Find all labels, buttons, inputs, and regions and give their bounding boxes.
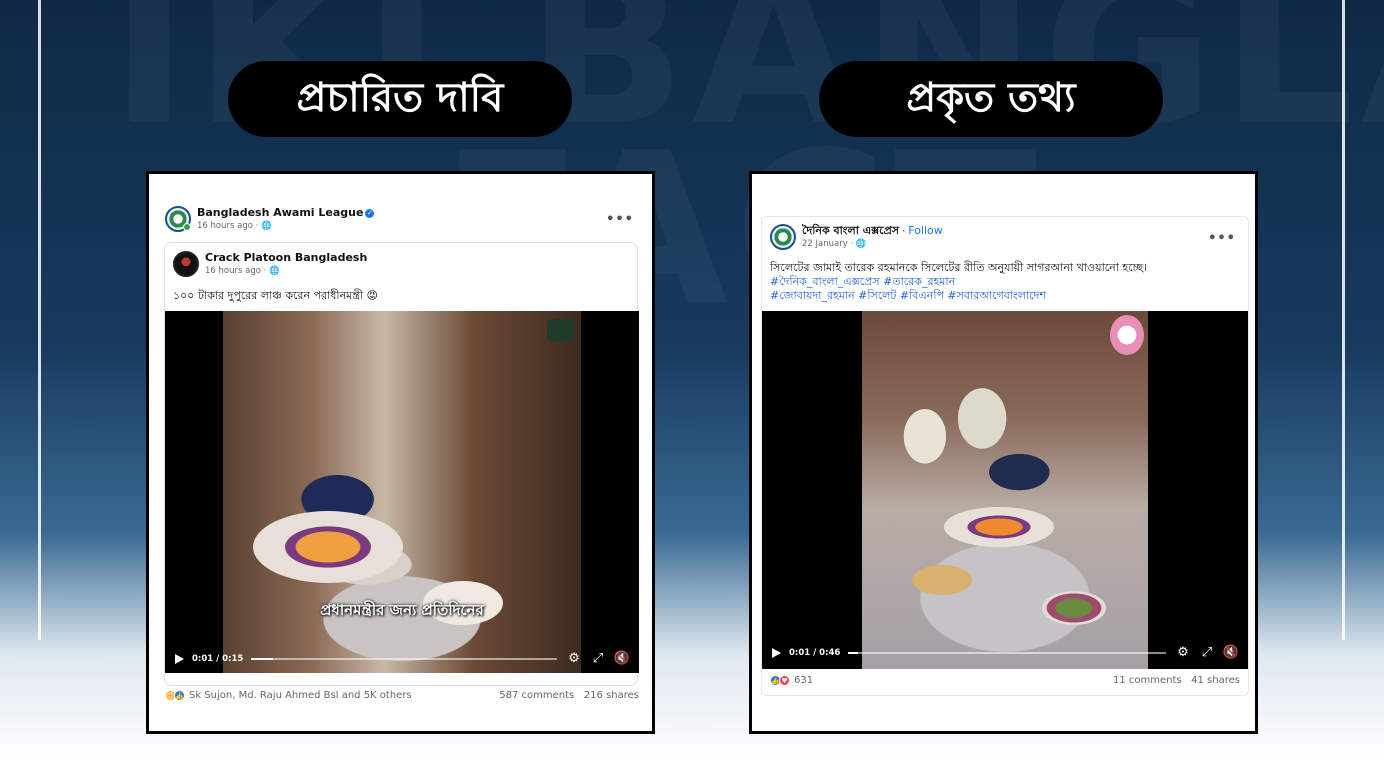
- fact-post-card: দৈনিক বাংলা এক্সপ্রেস · Follow 22 Januar…: [761, 216, 1249, 696]
- claim-post-card: Bangladesh Awami League ✓ 16 hours ago · …: [158, 196, 644, 714]
- page-avatar[interactable]: [770, 224, 796, 250]
- shared-post-header: Crack Platoon Bangladesh 16 hours ago · …: [173, 251, 367, 277]
- mute-icon[interactable]: 🔇: [1223, 646, 1239, 660]
- follow-button[interactable]: Follow: [908, 224, 943, 237]
- verified-badge-icon: ✓: [365, 209, 375, 218]
- shared-post-author[interactable]: Crack Platoon Bangladesh: [205, 251, 367, 265]
- video-subtitle: প্রধানমন্ত্রীর জন্য প্রতিদিনের: [320, 601, 484, 619]
- post-timestamp[interactable]: 16 hours ago · 🌐: [197, 220, 374, 232]
- post-engagement-bar: ☺ 👍 Sk Sujon, Md. Raju Ahmed Bsl and 5K …: [165, 690, 639, 701]
- video-progress-bar[interactable]: [848, 652, 1166, 654]
- channel-logo-icon: [547, 319, 573, 341]
- claim-label: প্রচারিত দাবি: [228, 61, 572, 137]
- shares-count[interactable]: 216 shares: [584, 690, 639, 701]
- post-header: Bangladesh Awami League ✓ 16 hours ago · …: [165, 206, 375, 232]
- food-platter: [944, 507, 1054, 547]
- settings-icon[interactable]: ⚙: [1176, 646, 1190, 660]
- post-caption: সিলেটের জামাই তারেক রহমানকে সিলেটের রীতি…: [770, 261, 1240, 303]
- video-controls: 0:01 / 0:15 ⚙ ⤢ 🔇: [165, 649, 639, 669]
- video-time: 0:01 / 0:46: [789, 648, 841, 658]
- shared-post-caption: ১০০ টাকার দুপুরের লাঞ্চ করেন পরাধীনমন্ত্…: [173, 289, 378, 302]
- like-reaction-icon: 👍: [174, 690, 185, 701]
- frame-line-right: [1342, 0, 1345, 640]
- salad-bowl: [1042, 591, 1106, 625]
- shares-count[interactable]: 41 shares: [1191, 675, 1240, 686]
- fact-label: প্রকৃত তথ্য: [819, 61, 1163, 137]
- reactions-summary[interactable]: Sk Sujon, Md. Raju Ahmed Bsl and 5K othe…: [189, 690, 412, 701]
- video-frame: [862, 311, 1148, 669]
- fullscreen-icon[interactable]: ⤢: [1200, 646, 1214, 660]
- hashtags-line-2[interactable]: #জোবায়দা_রহমান #সিলেট #বিএনপি #সবারআগেব…: [770, 289, 1240, 303]
- video-progress-fill: [848, 652, 858, 654]
- video-player[interactable]: 0:01 / 0:46 ⚙ ⤢ 🔇: [762, 311, 1248, 669]
- love-reaction-icon: ♥: [779, 675, 790, 686]
- hashtags-line-1[interactable]: #দৈনিক_বাংলা_এক্সপ্রেস #তারেক_রহমান: [770, 275, 1240, 289]
- food-platter: [253, 511, 403, 583]
- plate: [912, 565, 972, 595]
- more-options-icon[interactable]: •••: [606, 212, 634, 227]
- reactions-count[interactable]: 631: [794, 675, 813, 686]
- mute-icon[interactable]: 🔇: [614, 652, 630, 666]
- shared-post-timestamp[interactable]: 16 hours ago · 🌐: [205, 265, 367, 277]
- fullscreen-icon[interactable]: ⤢: [591, 652, 605, 666]
- fact-screenshot-panel: দৈনিক বাংলা এক্সপ্রেস · Follow 22 Januar…: [749, 171, 1258, 734]
- video-time: 0:01 / 0:15: [192, 654, 244, 664]
- post-caption-text: সিলেটের জামাই তারেক রহমানকে সিলেটের রীতি…: [770, 261, 1147, 274]
- comments-count[interactable]: 587 comments: [499, 690, 574, 701]
- more-options-icon[interactable]: •••: [1208, 231, 1236, 246]
- frame-line-left: [38, 0, 41, 640]
- claim-screenshot-panel: Bangladesh Awami League ✓ 16 hours ago · …: [146, 171, 655, 734]
- play-icon[interactable]: [175, 654, 184, 664]
- video-player[interactable]: প্রধানমন্ত্রীর জন্য প্রতিদিনের 0:01 / 0:…: [165, 311, 639, 673]
- video-progress-bar[interactable]: [251, 658, 557, 660]
- post-engagement-bar: 👍 ♥ 631 11 comments 41 shares: [770, 675, 1240, 686]
- post-author[interactable]: দৈনিক বাংলা এক্সপ্রেস: [802, 224, 899, 237]
- shared-page-avatar[interactable]: [173, 251, 199, 277]
- post-header: দৈনিক বাংলা এক্সপ্রেস · Follow 22 Januar…: [770, 224, 943, 250]
- flower-decoration: [1110, 315, 1144, 355]
- play-icon[interactable]: [772, 648, 781, 658]
- video-progress-fill: [251, 658, 273, 660]
- online-status-icon: [183, 223, 191, 231]
- comments-count[interactable]: 11 comments: [1113, 675, 1182, 686]
- page-avatar[interactable]: [165, 206, 191, 232]
- shared-post: Crack Platoon Bangladesh 16 hours ago · …: [164, 242, 639, 686]
- video-controls: 0:01 / 0:46 ⚙ ⤢ 🔇: [762, 643, 1248, 663]
- post-author[interactable]: Bangladesh Awami League: [197, 206, 363, 219]
- post-timestamp[interactable]: 22 January · 🌐: [802, 238, 943, 250]
- settings-icon[interactable]: ⚙: [567, 652, 581, 666]
